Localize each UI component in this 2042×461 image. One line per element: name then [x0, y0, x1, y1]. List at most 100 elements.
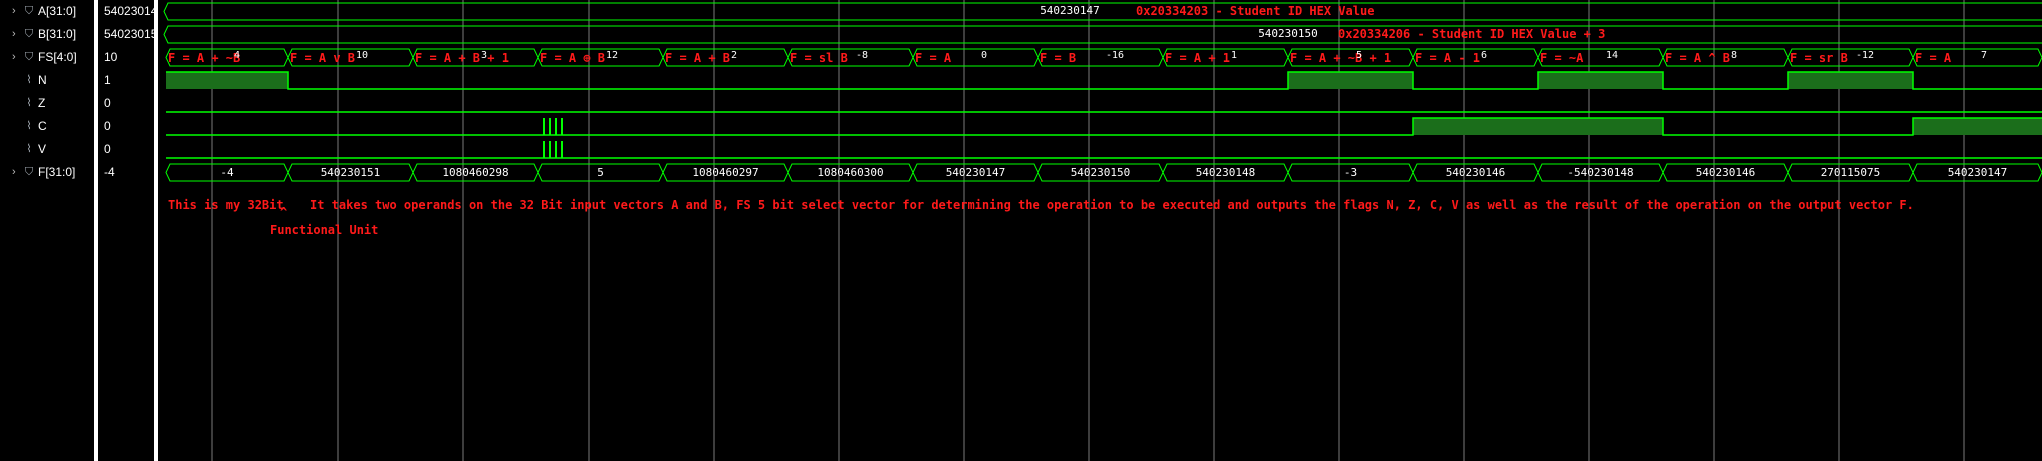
flag-high-fill [1913, 118, 2042, 135]
annotation-block: This is my 32Bit It takes two operands on… [168, 198, 1914, 237]
expand-chevron-icon[interactable]: › [12, 161, 16, 184]
fs-operation-label: F = A [1915, 51, 1952, 65]
f-value-label: 540230147 [946, 166, 1006, 179]
f-value-label: 540230146 [1446, 166, 1506, 179]
fs-value-label: 8 [1731, 50, 1737, 61]
signal-row[interactable]: › ⛉ B[31:0] [0, 23, 94, 46]
waveform-canvas: 540230147 0x20334203 - Student ID HEX Val… [163, 0, 2042, 461]
flag-high-fill [1538, 72, 1663, 89]
bus-segment[interactable] [163, 2, 2042, 21]
bus-icon: ⛉ [24, 5, 34, 17]
fs-value-label: -16 [1106, 50, 1124, 61]
signal-name: B[31:0] [38, 27, 77, 41]
flag-high-fill [166, 72, 288, 89]
bit-icon: ⌇ [26, 143, 32, 155]
flag-trace[interactable] [166, 117, 2042, 136]
expand-chevron-icon[interactable]: › [12, 46, 16, 69]
signal-value: 540230150 [104, 27, 154, 41]
fs-value-label: 12 [606, 50, 618, 61]
signal-row[interactable]: › ⛉ A[31:0] [0, 0, 94, 23]
fs-value-label: 0 [981, 50, 987, 61]
f-value-label: 270115075 [1821, 166, 1881, 179]
fs-value-label: -8 [856, 50, 868, 61]
annotation-line1-part2: It takes two operands on the 32 Bit inpu… [310, 198, 1914, 212]
fs-value-label: 5 [1356, 50, 1362, 61]
signal-row[interactable]: ⌇ C [0, 115, 94, 138]
fs-value-label: -12 [1856, 50, 1874, 61]
signal-row[interactable]: › ⛉ FS[4:0] [0, 46, 94, 69]
bus-icon: ⛉ [24, 51, 34, 63]
signal-row[interactable]: ⌇ N [0, 69, 94, 92]
fs-value-label: 1 [1231, 50, 1237, 61]
signal-value: 1 [104, 73, 111, 87]
signal-name: C [38, 119, 47, 133]
signal-value: 10 [104, 50, 118, 64]
fs-operation-label: F = A + ~B [168, 51, 240, 65]
signal-names-pane: › ⛉ A[31:0] › ⛉ B[31:0] › ⛉ FS[4:0] ⌇ N ⌇ Z ⌇ C ⌇ V › ⛉ F[3… [0, 0, 94, 461]
signal-name: N [38, 73, 47, 87]
signal-value: 540230147 [104, 4, 154, 18]
wave-a: 540230147 0x20334203 - Student ID HEX Val… [163, 2, 2042, 21]
annotation-b: 0x20334206 - Student ID HEX Value + 3 [1338, 27, 1605, 41]
wave-c [166, 117, 2042, 136]
expand-chevron-icon[interactable]: › [12, 23, 16, 46]
signal-values-pane: 540230147540230150101000-4 [98, 0, 154, 461]
fs-value-label: 7 [1981, 50, 1987, 61]
f-value-label: -4 [220, 166, 234, 179]
bus-value-label: 540230150 [1258, 27, 1318, 40]
f-value-label: 540230147 [1948, 166, 2008, 179]
annotation-a: 0x20334203 - Student ID HEX Value [1136, 4, 1374, 18]
signal-value: -4 [104, 165, 115, 179]
f-value-label: 540230151 [321, 166, 381, 179]
bit-icon: ⌇ [26, 120, 32, 132]
fs-value-label: 4 [234, 50, 240, 61]
bus-value-label: 540230147 [1040, 4, 1100, 17]
expand-chevron-icon[interactable]: › [12, 0, 16, 23]
f-value-label: 540230148 [1196, 166, 1256, 179]
bus-icon: ⛉ [24, 28, 34, 40]
signal-row[interactable]: ⌇ V [0, 138, 94, 161]
fs-operation-label: F = A + B [665, 51, 730, 65]
flag-high-fill [1288, 72, 1413, 89]
wave-v [166, 141, 2042, 159]
f-value-label: -540230148 [1567, 166, 1633, 179]
f-value-label: 540230146 [1696, 166, 1756, 179]
signal-value: 0 [104, 119, 111, 133]
fs-operation-label: F = A ^ B [1665, 51, 1730, 65]
fs-operation-label: F = ~A [1540, 51, 1584, 65]
fs-operation-label: F = A v B [290, 51, 355, 65]
flag-high-fill [1538, 118, 1663, 135]
fs-operation-label: F = A + B + 1 [415, 51, 509, 65]
fs-operation-label: F = A [915, 51, 952, 65]
fs-operation-label: F = A + ~B + 1 [1290, 51, 1391, 65]
f-value-label: 1080460298 [442, 166, 508, 179]
signal-value: 0 [104, 96, 111, 110]
fs-value-label: 3 [481, 50, 487, 61]
bus-segment[interactable] [163, 25, 2042, 44]
signal-row[interactable]: › ⛉ F[31:0] [0, 161, 94, 184]
signal-name: Z [38, 96, 46, 110]
wave-f: -4 540230151 1080460298 5 1080460297 10804603… [165, 163, 2042, 182]
gridlines [211, 0, 1965, 461]
fs-operation-label: F = B [1040, 51, 1076, 65]
signal-name: F[31:0] [38, 165, 76, 179]
flag-trace[interactable] [166, 71, 2042, 90]
fs-operation-label: F = A - 1 [1415, 51, 1480, 65]
signal-row[interactable]: ⌇ Z [0, 92, 94, 115]
wave-fs: F = A + ~B4 F = A v B 1 0 F = A + B + 13 F = … [165, 48, 2042, 67]
signal-name: A[31:0] [38, 4, 77, 18]
annotation-line1-part1: This is my 32Bit [168, 198, 284, 212]
f-value-label: 540230150 [1071, 166, 1131, 179]
signal-value: 0 [104, 142, 111, 156]
waveform-area[interactable]: 540230147 0x20334203 - Student ID HEX Val… [158, 0, 2042, 461]
wave-n [166, 71, 2042, 90]
bit-icon: ⌇ [26, 97, 32, 109]
bit-icon: ⌇ [26, 74, 32, 86]
f-value-label: 5 [597, 166, 604, 179]
annotation-caret: ^ [280, 205, 287, 219]
bus-icon: ⛉ [24, 166, 34, 178]
fs-value-label: 2 [731, 50, 737, 61]
f-value-label: -3 [1344, 166, 1357, 179]
fs-value-label: 6 [1481, 50, 1487, 61]
fs-value-label: 14 [1606, 50, 1618, 61]
